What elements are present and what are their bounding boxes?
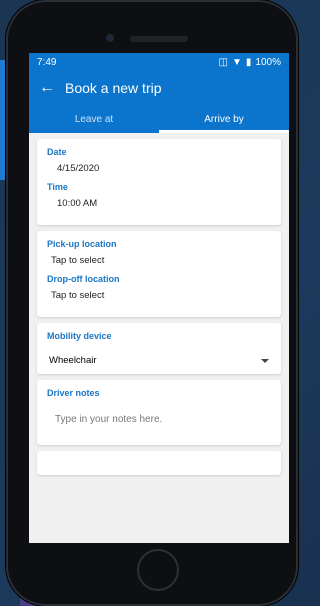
- wifi-icon: ▼: [232, 56, 242, 68]
- time-value[interactable]: 10:00 AM: [57, 198, 271, 209]
- notes-input[interactable]: Type in your notes here.: [55, 414, 271, 425]
- app-bar: ← Book a new trip: [29, 71, 289, 105]
- pickup-value[interactable]: Tap to select: [51, 255, 271, 266]
- status-bar: 7:49 ◫ ▼ ▮ 100%: [29, 53, 289, 71]
- battery-icon: ▮: [245, 56, 252, 68]
- phone-frame: 7:49 ◫ ▼ ▮ 100% ← Book a new trip Leave …: [6, 0, 298, 606]
- page-title: Book a new trip: [65, 80, 162, 96]
- dropoff-value[interactable]: Tap to select: [51, 290, 271, 301]
- date-time-card: Date 4/15/2020 Time 10:00 AM: [37, 139, 281, 225]
- tab-leave-at[interactable]: Leave at: [29, 105, 159, 133]
- form-content: Date 4/15/2020 Time 10:00 AM Pick-up loc…: [29, 133, 289, 481]
- notes-label: Driver notes: [47, 388, 100, 398]
- pickup-label: Pick-up location: [47, 239, 117, 249]
- status-time: 7:49: [37, 56, 57, 68]
- speaker-grille: [130, 36, 188, 42]
- notes-card: Driver notes Type in your notes here.: [37, 380, 281, 445]
- home-button[interactable]: [137, 549, 179, 591]
- dropdown-arrow-icon: [261, 358, 269, 363]
- time-label: Time: [47, 182, 68, 192]
- back-arrow-icon[interactable]: ←: [39, 79, 65, 97]
- date-label: Date: [47, 147, 67, 157]
- next-card-partial: [37, 451, 281, 475]
- camera-icon: [106, 34, 114, 42]
- battery-percent: 100%: [255, 56, 281, 68]
- mobility-label: Mobility device: [47, 331, 112, 341]
- tab-bar: Leave at Arrive by: [29, 105, 289, 133]
- date-value[interactable]: 4/15/2020: [57, 163, 271, 174]
- dropoff-label: Drop-off location: [47, 274, 120, 284]
- tab-indicator: [159, 130, 289, 133]
- mobility-value: Wheelchair: [49, 355, 97, 366]
- mobility-select[interactable]: Wheelchair: [47, 355, 271, 366]
- app-screen: 7:49 ◫ ▼ ▮ 100% ← Book a new trip Leave …: [29, 53, 289, 543]
- vibrate-icon: ◫: [218, 56, 228, 68]
- tab-arrive-by[interactable]: Arrive by: [159, 105, 289, 133]
- location-card: Pick-up location Tap to select Drop-off …: [37, 231, 281, 317]
- mobility-card: Mobility device Wheelchair: [37, 323, 281, 374]
- status-icons: ◫ ▼ ▮ 100%: [219, 57, 281, 68]
